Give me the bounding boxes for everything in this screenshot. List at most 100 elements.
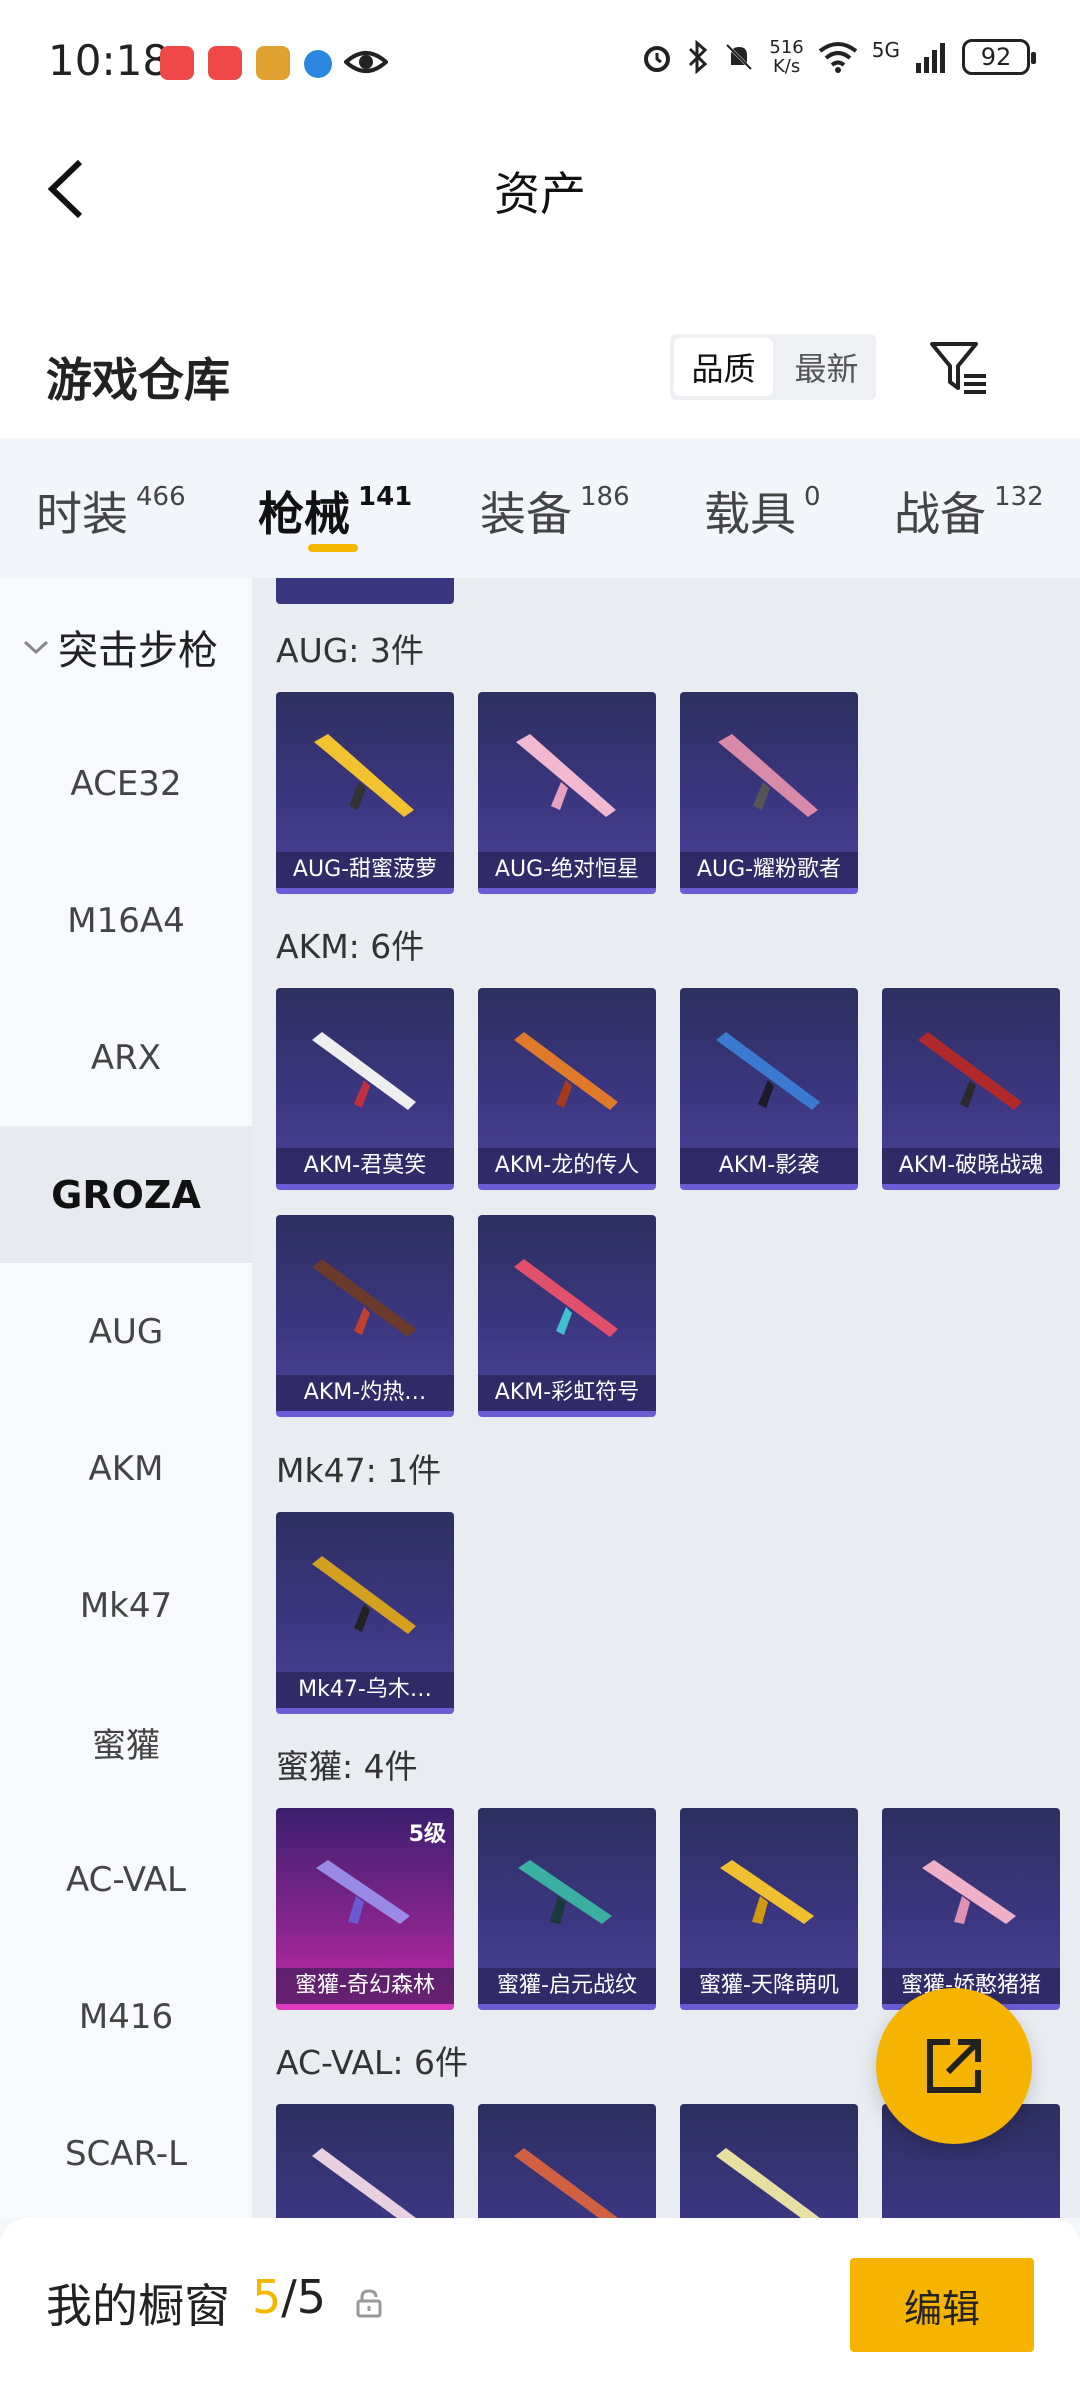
sort-latest-button[interactable]: 最新 <box>777 334 876 400</box>
sidebar-item-m16a4[interactable]: M16A4 <box>0 852 252 989</box>
battery-level: 92 <box>980 43 1012 71</box>
tab-label: 载具 <box>704 487 796 541</box>
showcase-total: /5 <box>281 2270 327 2324</box>
tab-count: 141 <box>358 482 413 512</box>
edit-button[interactable]: 编辑 <box>850 2258 1034 2352</box>
skin-card[interactable] <box>478 2104 656 2218</box>
skin-card-label: AKM-君莫笑 <box>276 1148 454 1184</box>
skin-card[interactable]: AKM-彩虹符号 <box>478 1215 656 1417</box>
skin-card[interactable]: AKM-灼热… <box>276 1215 454 1417</box>
rifle-icon <box>716 1032 820 1110</box>
rifle-icon <box>312 1259 416 1337</box>
skin-card-label: Mk47-乌木… <box>276 1672 454 1708</box>
tab-firearms[interactable]: 枪械 141 <box>258 478 412 544</box>
sidebar-item-akm[interactable]: AKM <box>0 1400 252 1537</box>
tab-label: 时装 <box>36 487 128 541</box>
rifle-icon <box>312 2148 416 2218</box>
skin-card[interactable]: AKM-破晓战魂 <box>882 988 1060 1190</box>
skin-card[interactable]: 5级 蜜獾-奇幻森林 <box>276 1808 454 2010</box>
rifle-icon <box>514 1032 618 1110</box>
skin-card-label: AUG-耀粉歌者 <box>680 852 858 888</box>
warehouse-title: 游戏仓库 <box>46 353 230 407</box>
skin-card[interactable]: 蜜獾-娇憨猪猪 <box>882 1808 1060 2010</box>
sidebar-item-honey-badger[interactable]: 蜜獾 <box>0 1674 252 1811</box>
smg-icon <box>518 1860 612 1924</box>
sidebar-item-arx[interactable]: ARX <box>0 989 252 1126</box>
skin-card[interactable]: AKM-君莫笑 <box>276 988 454 1190</box>
showcase-current: 5 <box>252 2270 282 2324</box>
alarm-icon <box>644 46 671 72</box>
rifle-icon <box>514 2148 618 2218</box>
sidebar-item-groza[interactable]: GROZA <box>0 1126 252 1263</box>
skin-card[interactable]: Mk47-乌木… <box>276 1512 454 1714</box>
group-title-honey-badger: 蜜獾: 4件 <box>276 1747 418 1786</box>
notification-app-icon <box>256 46 290 80</box>
sidebar-category-assault-rifle[interactable]: 突击步枪 <box>0 578 252 715</box>
skin-card-label: 蜜獾-奇幻森林 <box>276 1968 454 2004</box>
tab-label: 战备 <box>894 487 986 541</box>
active-tab-indicator <box>308 544 358 552</box>
skin-card[interactable]: 蜜獾-天降萌叽 <box>680 1808 858 2010</box>
sort-toggle: 品质 最新 <box>670 334 876 400</box>
skin-card-label: 蜜獾-启元战纹 <box>478 1968 656 2004</box>
skin-card[interactable] <box>276 2104 454 2218</box>
battery-icon: 92 <box>962 39 1036 75</box>
sidebar-item-m416[interactable]: M416 <box>0 1948 252 2085</box>
notification-app-icon <box>208 46 242 80</box>
skin-card[interactable]: AKM-龙的传人 <box>478 988 656 1190</box>
tab-combat-gear[interactable]: 战备 132 <box>894 478 1044 544</box>
filter-icon[interactable] <box>928 338 990 398</box>
skin-card[interactable]: AUG-甜蜜菠萝 <box>276 692 454 894</box>
skin-card-partial[interactable] <box>276 578 454 604</box>
skin-card-label: AKM-龙的传人 <box>478 1148 656 1184</box>
sidebar-item-aug[interactable]: AUG <box>0 1263 252 1400</box>
sidebar-item-ac-val[interactable]: AC-VAL <box>0 1811 252 1948</box>
tab-equipment[interactable]: 装备 186 <box>480 478 630 544</box>
skin-card[interactable]: 蜜獾-启元战纹 <box>478 1808 656 2010</box>
rifle-icon <box>716 2148 820 2218</box>
weapon-grid: AUG: 3件 AUG-甜蜜菠萝 AUG-绝对恒星 AUG-耀粉歌者 AKM: … <box>252 578 1080 2218</box>
skin-card-label: AUG-绝对恒星 <box>478 852 656 888</box>
group-title-ac-val: AC-VAL: 6件 <box>276 2043 469 2082</box>
signal-icon <box>916 43 945 73</box>
tab-fashion[interactable]: 时装 466 <box>36 478 186 544</box>
bluetooth-icon <box>689 40 708 74</box>
notification-app-icon <box>160 46 194 80</box>
skin-card-label: AUG-甜蜜菠萝 <box>276 852 454 888</box>
smg-icon <box>922 1860 1016 1924</box>
skin-card[interactable] <box>680 2104 858 2218</box>
tab-count: 132 <box>994 482 1044 512</box>
tab-count: 186 <box>580 482 630 512</box>
status-time: 10:18 <box>48 36 170 85</box>
group-title-akm: AKM: 6件 <box>276 927 425 966</box>
tab-vehicles[interactable]: 载具 0 <box>704 478 821 544</box>
skin-card-label: AKM-破晓战魂 <box>882 1148 1060 1184</box>
status-icons: 516 K/s 5G 92 <box>641 38 1036 76</box>
tab-label: 枪械 <box>258 487 350 541</box>
group-title-aug: AUG: 3件 <box>276 631 424 670</box>
mute-icon <box>726 43 753 71</box>
skin-card[interactable]: AUG-绝对恒星 <box>478 692 656 894</box>
chevron-down-icon <box>23 640 49 654</box>
notification-app-icon <box>304 50 332 78</box>
rifle-icon <box>312 1556 416 1634</box>
eye-icon <box>344 51 388 73</box>
showcase-title: 我的橱窗 <box>46 2279 230 2333</box>
smg-icon <box>316 1860 410 1924</box>
rifle-icon <box>312 1032 416 1110</box>
status-bar: 10:18 516 K/s 5G 92 <box>0 0 1080 124</box>
sidebar-item-ace32[interactable]: ACE32 <box>0 715 252 852</box>
rifle-icon <box>514 1259 618 1337</box>
share-button[interactable] <box>876 1988 1032 2144</box>
sidebar-item-mk47[interactable]: Mk47 <box>0 1537 252 1674</box>
network-type: 5G <box>871 38 900 62</box>
sidebar-item-scar-l[interactable]: SCAR-L <box>0 2085 252 2222</box>
sort-quality-button[interactable]: 品质 <box>674 338 773 396</box>
skin-card[interactable]: AUG-耀粉歌者 <box>680 692 858 894</box>
skin-card-label: AKM-彩虹符号 <box>478 1375 656 1411</box>
skin-card[interactable]: AKM-影袭 <box>680 988 858 1190</box>
category-tabs: 时装 466 枪械 141 装备 186 载具 0 战备 132 <box>0 438 1080 578</box>
warehouse-header: 游戏仓库 品质 最新 <box>0 254 1080 438</box>
tab-count: 466 <box>136 482 186 512</box>
rifle-icon <box>314 734 414 817</box>
